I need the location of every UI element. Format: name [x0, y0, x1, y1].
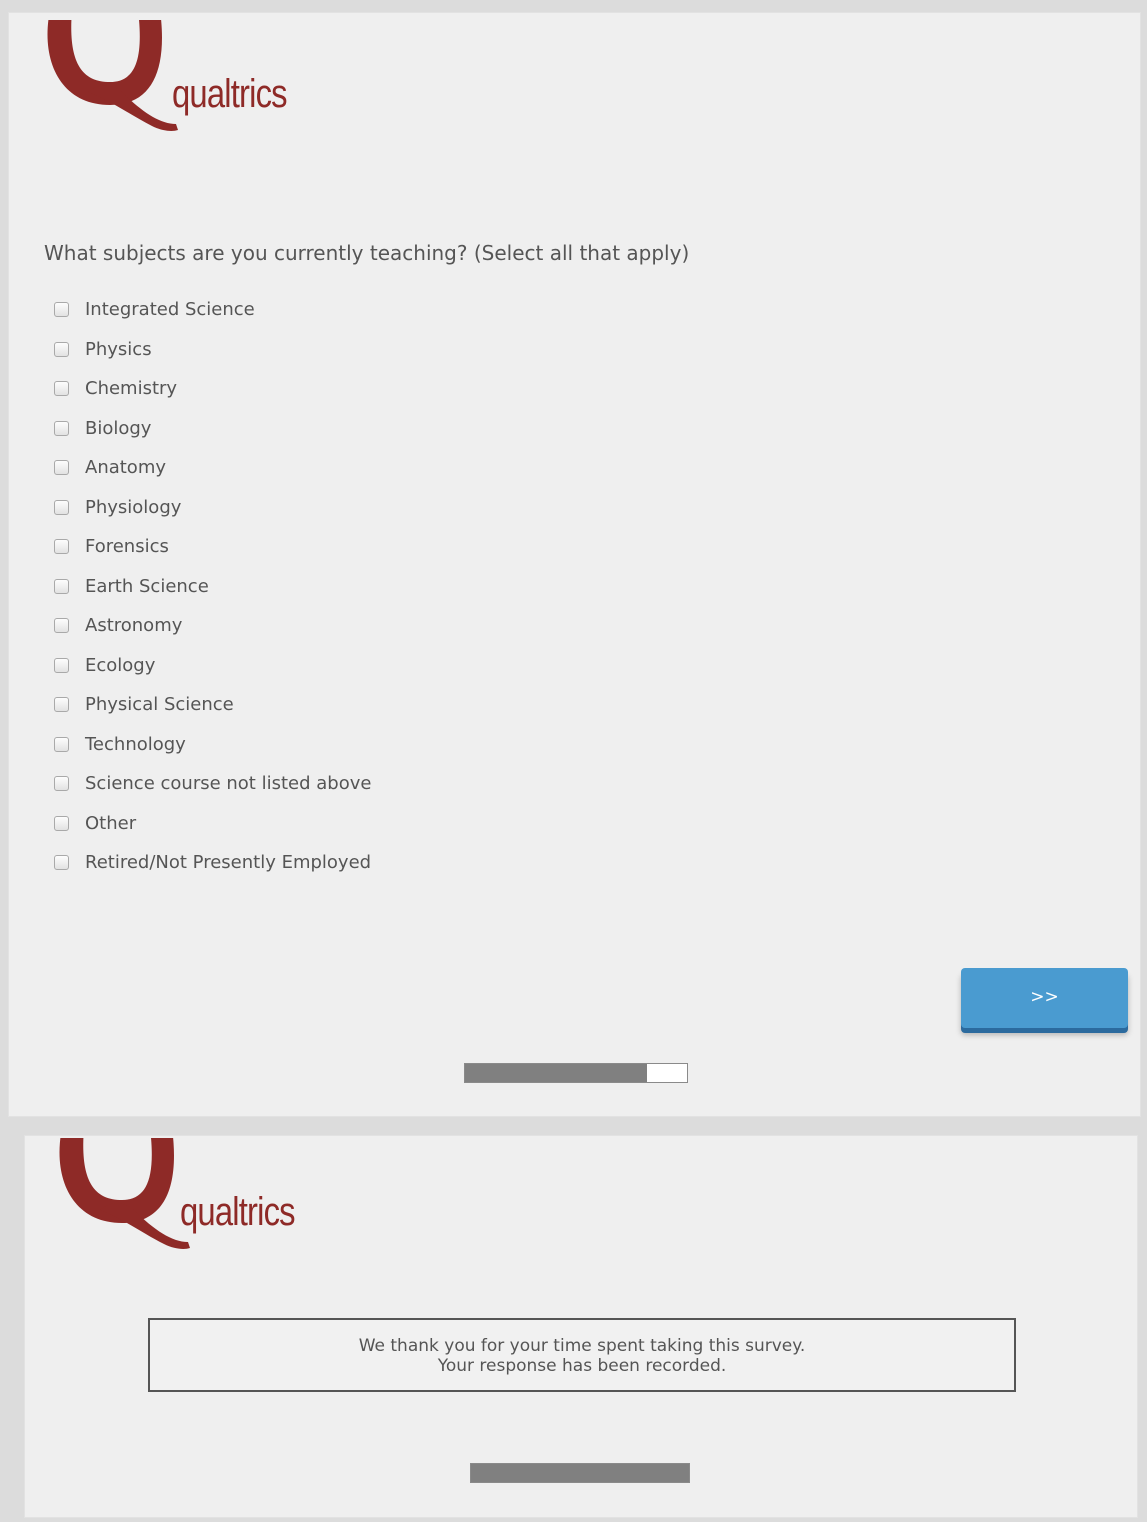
option-row[interactable]: Anatomy: [54, 457, 371, 497]
brand-wordmark: qualtrics: [172, 72, 288, 116]
progress-bar-fill: [471, 1464, 689, 1482]
progress-bar-fill: [465, 1064, 648, 1082]
option-row[interactable]: Other: [54, 813, 371, 853]
thank-you-message: We thank you for your time spent taking …: [148, 1318, 1016, 1392]
option-row[interactable]: Ecology: [54, 655, 371, 695]
option-row[interactable]: Science course not listed above: [54, 773, 371, 813]
option-checkbox[interactable]: [54, 499, 69, 515]
option-label: Earth Science: [85, 575, 209, 597]
thank-you-line: We thank you for your time spent taking …: [358, 1336, 806, 1356]
option-checkbox[interactable]: [54, 657, 69, 673]
option-checkbox[interactable]: [54, 460, 69, 475]
option-checkbox[interactable]: [54, 578, 69, 594]
option-row[interactable]: Physiology: [54, 497, 371, 537]
option-label: Retired/Not Presently Employed: [85, 852, 372, 873]
option-row[interactable]: Astronomy: [54, 615, 371, 655]
option-label: Science course not listed above: [85, 773, 372, 794]
option-row[interactable]: Forensics: [54, 536, 371, 576]
option-checkbox[interactable]: [54, 381, 69, 396]
option-row[interactable]: Physical Science: [54, 694, 371, 734]
option-label: Biology: [85, 417, 152, 439]
option-checkbox[interactable]: [54, 302, 69, 317]
option-label: Technology: [85, 733, 186, 755]
option-row[interactable]: Biology: [54, 418, 371, 458]
option-checkbox[interactable]: [54, 341, 69, 357]
option-row[interactable]: Chemistry: [54, 378, 371, 418]
option-label: Physical Science: [85, 694, 234, 715]
option-checkbox[interactable]: [54, 855, 69, 870]
option-label: Physiology: [85, 496, 182, 518]
option-label: Ecology: [85, 654, 156, 676]
question-text: What subjects are you currently teaching…: [44, 241, 690, 265]
qualtrics-logo: qualtrics: [40, 20, 300, 140]
qualtrics-q-icon: [47, 20, 178, 131]
next-button[interactable]: >>: [961, 968, 1128, 1028]
option-row[interactable]: Retired/Not Presently Employed: [54, 852, 371, 892]
option-label: Chemistry: [85, 378, 178, 399]
option-label: Physics: [85, 338, 152, 360]
option-label: Astronomy: [85, 615, 183, 636]
option-checkbox[interactable]: [54, 697, 69, 712]
option-label: Forensics: [85, 536, 169, 557]
option-checkbox[interactable]: [54, 776, 69, 791]
option-row[interactable]: Physics: [54, 339, 371, 379]
answer-options: Integrated Science Physics Chemistry Biolog…: [54, 299, 371, 892]
progress-bar: [464, 1063, 688, 1083]
option-label: Anatomy: [85, 457, 167, 478]
option-label: Integrated Science: [85, 299, 255, 320]
brand-wordmark: qualtrics: [180, 1190, 296, 1234]
response-recorded-line: Your response has been recorded.: [437, 1356, 727, 1376]
option-checkbox[interactable]: [54, 815, 69, 831]
qualtrics-logo: qualtrics: [52, 1138, 312, 1258]
qualtrics-q-icon: [59, 1138, 190, 1249]
option-row[interactable]: Integrated Science: [54, 299, 371, 339]
option-row[interactable]: Technology: [54, 734, 371, 774]
progress-bar: [470, 1463, 690, 1483]
option-checkbox[interactable]: [54, 420, 69, 436]
option-checkbox[interactable]: [54, 618, 69, 633]
option-label: Other: [85, 812, 137, 834]
option-checkbox[interactable]: [54, 736, 69, 752]
option-row[interactable]: Earth Science: [54, 576, 371, 616]
option-checkbox[interactable]: [54, 539, 69, 554]
